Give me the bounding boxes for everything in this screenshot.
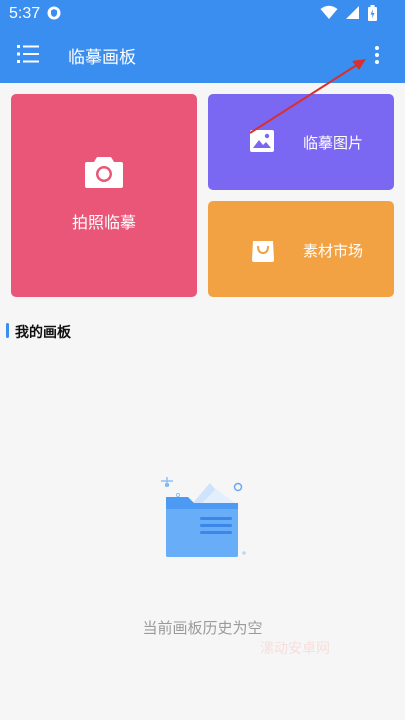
- status-icons: [320, 5, 377, 24]
- signal-icon: [345, 6, 359, 19]
- status-time: 5:37: [9, 5, 41, 22]
- menu-icon[interactable]: [17, 44, 39, 64]
- trace-image-label: 临摹图片: [303, 134, 364, 152]
- empty-folder-illustration: [161, 477, 246, 557]
- trace-image-card[interactable]: 临摹图片: [208, 94, 394, 190]
- photo-trace-label: 拍照临摹: [71, 213, 136, 232]
- empty-state-text: 当前画板历史为空: [142, 619, 263, 637]
- asset-market-label: 素材市场: [303, 242, 364, 260]
- camera-icon: [85, 157, 123, 188]
- shield-icon: [47, 6, 61, 20]
- battery-icon: [368, 5, 377, 21]
- watermark-text: 漯动安卓网: [260, 641, 330, 657]
- image-icon: [250, 130, 274, 152]
- section-accent-bar: [6, 323, 9, 338]
- photo-trace-card[interactable]: 拍照临摹: [11, 94, 197, 297]
- wifi-icon: [320, 5, 338, 19]
- app-bar: 临摹画板: [0, 26, 405, 83]
- status-bar: 5:37: [0, 0, 405, 26]
- more-vert-icon[interactable]: [367, 44, 387, 66]
- section-title: 我的画板: [15, 325, 71, 341]
- asset-market-card[interactable]: 素材市场: [208, 201, 394, 297]
- app-title: 临摹画板: [68, 48, 136, 68]
- shopping-bag-icon: [252, 241, 274, 262]
